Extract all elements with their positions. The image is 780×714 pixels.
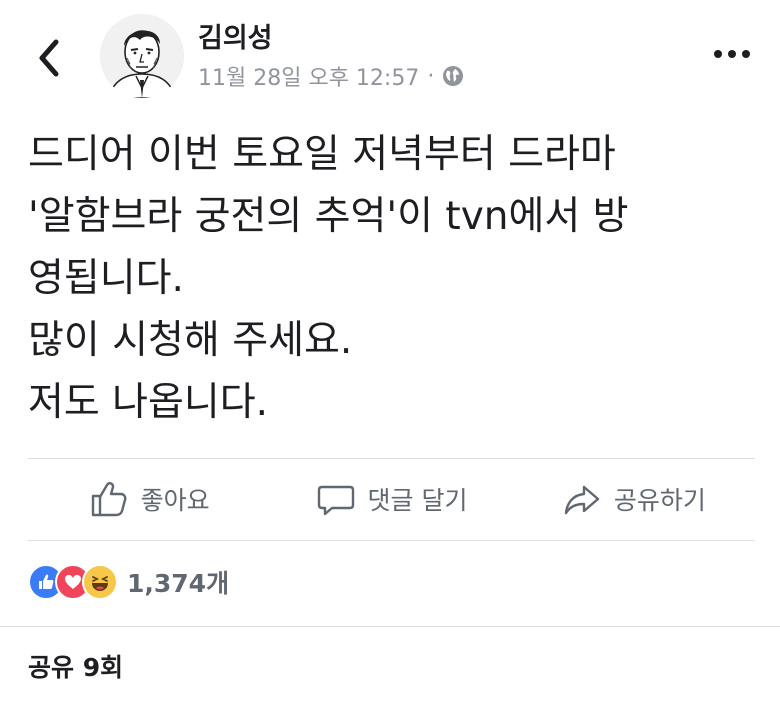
thumbs-up-icon: [91, 482, 127, 517]
post-body-text: 드디어 이번 토요일 저녁부터 드라마 '알함브라 궁전의 추억'이 tvn에서…: [28, 132, 629, 425]
section-divider: [0, 626, 780, 627]
share-button[interactable]: 공유하기: [513, 458, 755, 540]
globe-icon: [443, 66, 464, 86]
comment-label: 댓글 달기: [367, 486, 468, 515]
chevron-left-icon: [39, 39, 59, 77]
haha-reaction-icon: [82, 564, 118, 600]
divider-bottom: [28, 540, 755, 541]
share-label: 공유하기: [613, 486, 706, 515]
share-count[interactable]: 공유 9회: [28, 648, 123, 684]
post-timestamp[interactable]: 11월 28일 오후 12:57: [198, 60, 419, 92]
comment-button[interactable]: 댓글 달기: [270, 458, 512, 540]
reaction-count: 1,374개: [127, 569, 230, 598]
share-arrow-icon: [564, 485, 600, 515]
meta-separator: ·: [427, 63, 435, 89]
more-dots-icon: [714, 50, 750, 58]
post-actions-bar: 좋아요 댓글 달기 공유하기: [28, 458, 755, 540]
more-options-button[interactable]: [712, 44, 752, 64]
comment-bubble-icon: [317, 485, 354, 516]
reactions-summary[interactable]: 1,374개: [28, 560, 229, 604]
like-label: 좋아요: [140, 486, 210, 515]
post-meta: 11월 28일 오후 12:57 ·: [198, 60, 464, 92]
like-button[interactable]: 좋아요: [28, 458, 270, 540]
author-avatar[interactable]: [100, 14, 184, 98]
author-name[interactable]: 김의성: [198, 16, 273, 55]
back-button[interactable]: [30, 34, 70, 82]
post-header: 김의성 11월 28일 오후 12:57 ·: [0, 0, 780, 110]
